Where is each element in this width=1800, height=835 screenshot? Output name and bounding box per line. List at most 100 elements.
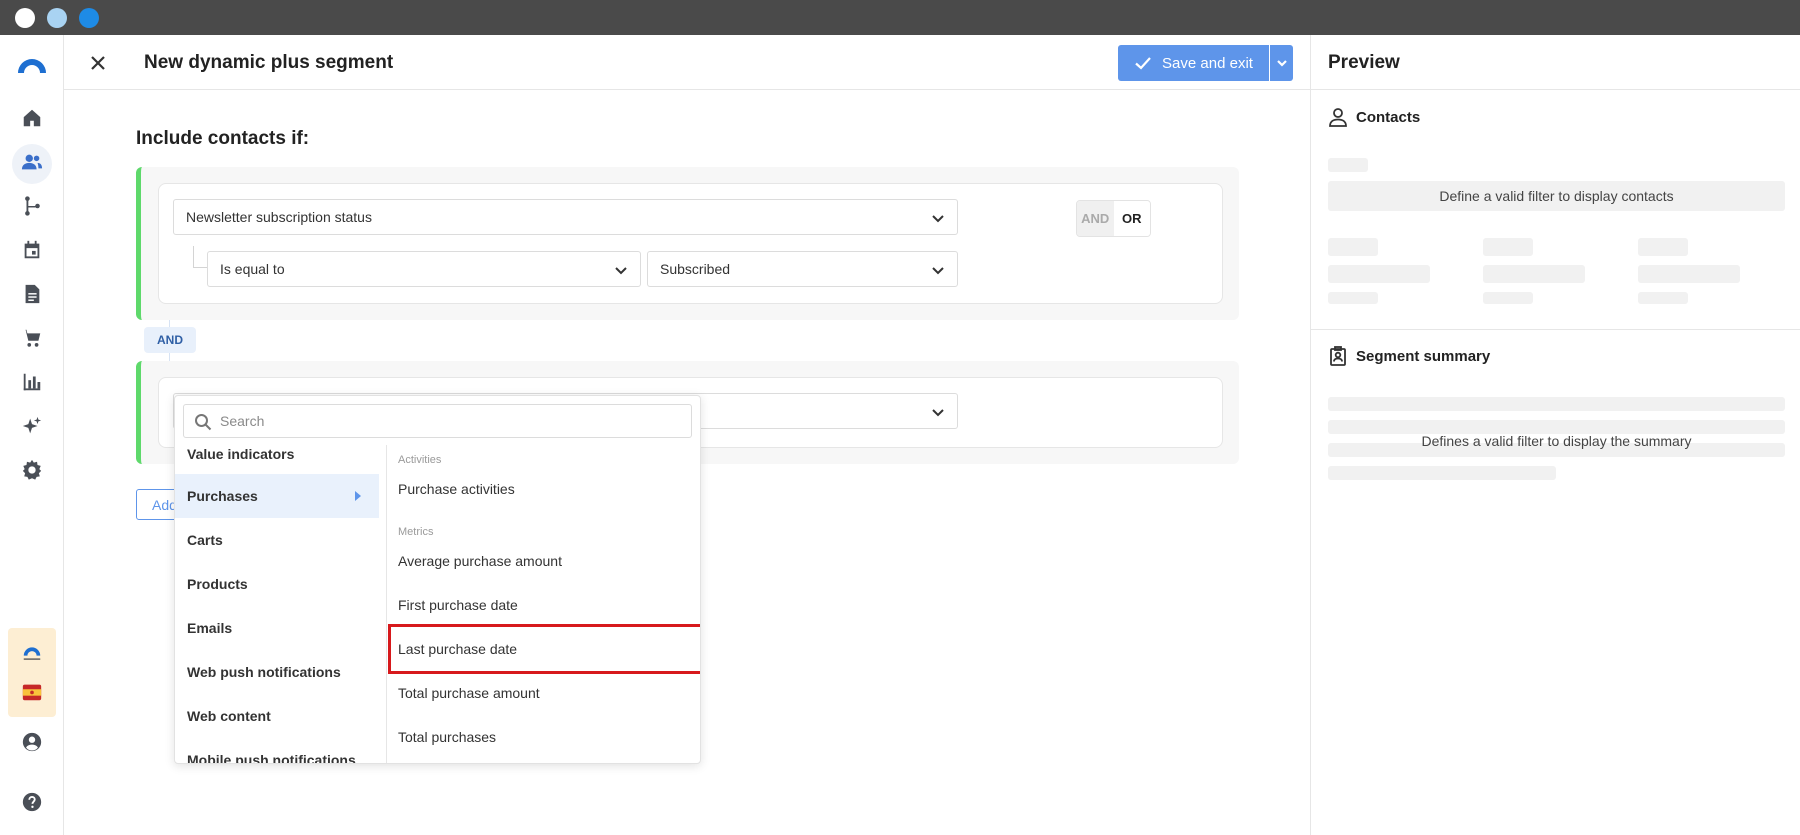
save-and-exit-button[interactable]: Save and exit: [1118, 45, 1269, 81]
chevron-down-icon: [614, 263, 628, 277]
skeleton-bar: [1483, 238, 1533, 256]
chevron-down-icon: [931, 405, 945, 419]
sidebar-item-contacts[interactable]: [12, 144, 52, 184]
sidebar-item-automation[interactable]: [12, 188, 52, 228]
page-title: New dynamic plus segment: [144, 52, 394, 73]
dropdown-search: [183, 404, 692, 438]
value-select[interactable]: Subscribed: [647, 251, 958, 287]
category-label: Purchases: [187, 488, 258, 504]
contacts-icon: [21, 151, 43, 178]
skeleton-bar: [1328, 397, 1785, 411]
skeleton-bar: [1638, 238, 1688, 256]
installed-apps: [8, 628, 56, 717]
and-connector-badge[interactable]: AND: [144, 327, 196, 353]
skeleton-bar: [1638, 265, 1740, 283]
value-select-value: Subscribed: [660, 261, 731, 277]
and-toggle-option[interactable]: AND: [1077, 201, 1114, 236]
skeleton-bar: [1638, 292, 1688, 304]
attribute-select[interactable]: Newsletter subscription status: [173, 199, 958, 235]
condition-group: Newsletter subscription status Is equal …: [136, 167, 1239, 320]
editor-header: New dynamic plus segment Save and exit: [64, 35, 1310, 90]
section-header: Metrics: [398, 526, 434, 538]
window-close-dot[interactable]: [15, 8, 35, 28]
skeleton-bar: [1328, 466, 1556, 480]
analytics-icon: [21, 371, 43, 398]
sidebar-item-help[interactable]: [12, 784, 52, 824]
sidebar-item-analytics[interactable]: [12, 364, 52, 404]
skeleton-bar: [1328, 292, 1378, 304]
document-icon: [21, 283, 43, 310]
option-item[interactable]: Total purchase amount: [388, 671, 700, 715]
option-item[interactable]: Total purchases: [388, 715, 700, 759]
attribute-select-value: Newsletter subscription status: [186, 209, 372, 225]
contacts-empty-message: Define a valid filter to display contact…: [1439, 188, 1674, 204]
window-maximize-dot[interactable]: [79, 8, 99, 28]
option-item[interactable]: First purchase date: [388, 583, 700, 627]
skeleton-bar: [1328, 265, 1430, 283]
logo-icon[interactable]: [12, 45, 52, 85]
option-item[interactable]: Purchase activities: [388, 467, 700, 511]
chevron-down-icon: [1276, 60, 1287, 67]
search-input[interactable]: [220, 413, 691, 429]
caret-right-icon: [355, 491, 361, 501]
category-item[interactable]: Products: [175, 562, 379, 606]
category-item[interactable]: Web content: [175, 694, 379, 738]
sidebar-item-ecommerce[interactable]: [12, 320, 52, 360]
segment-summary-label: Segment summary: [1356, 347, 1491, 365]
segment-editor: Include contacts if: Newsletter subscrip…: [64, 90, 1310, 835]
category-item[interactable]: Carts: [175, 518, 379, 562]
person-icon: [1329, 108, 1347, 127]
sidebar-item-calendar[interactable]: [12, 232, 52, 272]
category-item[interactable]: Mobile push notifications: [175, 738, 379, 763]
cart-icon: [21, 327, 43, 354]
save-and-exit-label: Save and exit: [1162, 54, 1253, 72]
app-store-icon[interactable]: [20, 680, 44, 704]
app-logo-icon[interactable]: [20, 640, 44, 664]
section-header: Activities: [398, 454, 442, 466]
condition-connector-line: [193, 246, 207, 268]
segment-summary-section-title: Segment summary: [1328, 346, 1490, 366]
attribute-option-list: Activities Purchase activities Metrics A…: [388, 445, 700, 763]
preview-header: Preview: [1311, 35, 1800, 90]
category-item[interactable]: Value indicators: [175, 445, 379, 476]
category-list: Value indicators Purchases Carts Product…: [175, 445, 387, 763]
contacts-title-label: Contacts: [1356, 108, 1421, 126]
search-icon: [194, 413, 212, 431]
chevron-down-icon: [931, 263, 945, 277]
summary-empty-message: Defines a valid filter to display the su…: [1421, 433, 1692, 449]
attribute-picker-dropdown: Value indicators Purchases Carts Product…: [174, 395, 701, 764]
skeleton-bar: [1483, 265, 1585, 283]
ai-sparkle-icon: [21, 415, 43, 442]
category-item[interactable]: Web push notifications: [175, 650, 379, 694]
include-contacts-title: Include contacts if:: [136, 128, 310, 149]
settings-icon: [21, 459, 43, 486]
window-minimize-dot[interactable]: [47, 8, 67, 28]
save-button-group: Save and exit: [1118, 45, 1293, 81]
sidebar-item-documents[interactable]: [12, 276, 52, 316]
help-icon: [21, 791, 43, 818]
calendar-icon: [21, 239, 43, 266]
condition-card: Newsletter subscription status Is equal …: [158, 183, 1223, 304]
home-icon: [21, 107, 43, 134]
or-toggle-option[interactable]: OR: [1113, 201, 1150, 236]
sidebar-item-ai[interactable]: [12, 408, 52, 448]
skeleton-bar: [1328, 158, 1368, 172]
option-item-highlighted[interactable]: Last purchase date: [388, 624, 700, 674]
check-icon: [1135, 57, 1151, 70]
sidebar-item-home[interactable]: [12, 100, 52, 140]
clipboard-person-icon: [1330, 346, 1346, 366]
chevron-down-icon: [931, 211, 945, 225]
category-item[interactable]: Emails: [175, 606, 379, 650]
sidebar-item-settings[interactable]: [12, 452, 52, 492]
save-options-button[interactable]: [1269, 45, 1293, 81]
sidebar-item-account[interactable]: [12, 724, 52, 764]
category-item-selected[interactable]: Purchases: [175, 474, 379, 518]
operator-select[interactable]: Is equal to: [207, 251, 641, 287]
account-icon: [21, 731, 43, 758]
preview-panel: Preview Contacts Define a valid filter t…: [1310, 35, 1800, 835]
close-button[interactable]: [84, 49, 112, 77]
and-or-toggle: AND OR: [1076, 200, 1151, 237]
skeleton-bar: [1483, 292, 1533, 304]
option-item[interactable]: Average purchase amount: [388, 539, 700, 583]
sidebar: [0, 35, 64, 835]
